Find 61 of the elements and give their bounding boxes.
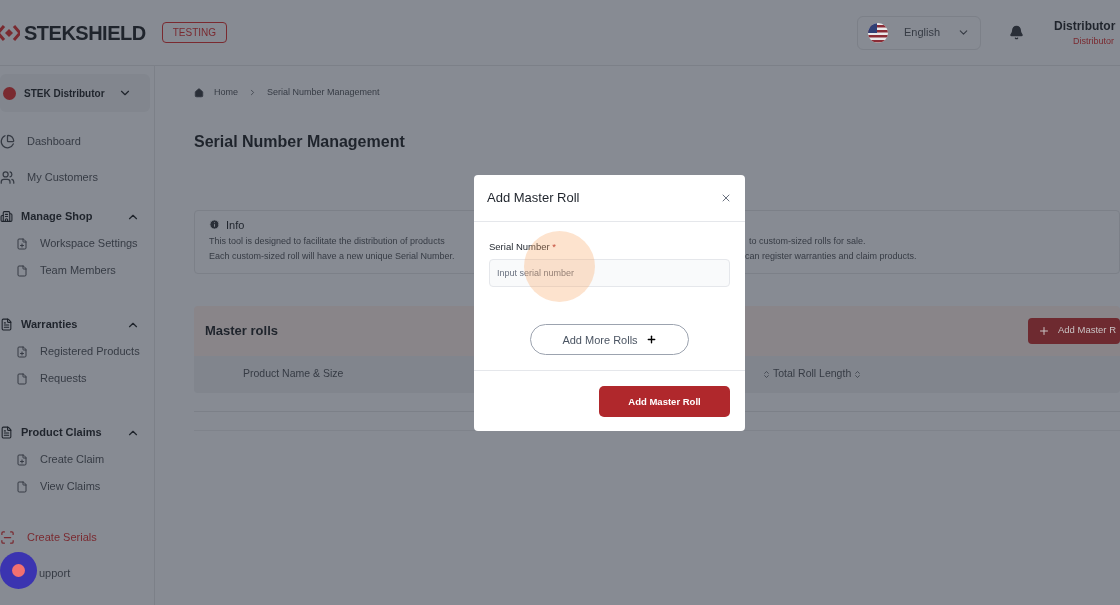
logo-icon	[0, 24, 20, 41]
info-icon	[209, 219, 220, 231]
breadcrumb-link[interactable]: Home	[214, 86, 238, 100]
sidebar-item[interactable]: My Customers	[0, 164, 154, 191]
logo-text: STEKSHIELD	[24, 20, 146, 46]
sidebar-group-header[interactable]: Product Claims	[0, 419, 154, 446]
close-icon[interactable]	[720, 192, 732, 204]
language-dropdown[interactable]: English	[857, 15, 981, 50]
sidebar-item[interactable]: Requests	[6, 365, 154, 392]
add-master-roll-submit-button[interactable]: Add Master Roll	[599, 386, 730, 418]
user-role: Distributor	[1073, 34, 1114, 48]
plus-icon	[645, 334, 657, 346]
sidebar-item[interactable]: Dashboard	[0, 128, 154, 155]
file-icon	[16, 372, 28, 385]
avatar-icon	[3, 86, 16, 100]
serial-number-input[interactable]: Input serial number	[489, 259, 730, 288]
info-text: can register warranties and claim products.	[745, 250, 917, 263]
sidebar-item[interactable]: Create Claim	[6, 446, 154, 473]
column-header[interactable]: Total Roll Length	[762, 366, 863, 382]
scan-icon	[0, 530, 15, 545]
info-title: Info	[226, 217, 245, 233]
account-name: STEK Distributor	[24, 86, 105, 101]
breadcrumb-current: Serial Number Management	[267, 86, 380, 99]
sidebar-item[interactable]: Create Serials	[0, 524, 154, 551]
dialog-title: Add Master Roll	[487, 189, 580, 208]
sidebar-item[interactable]: upport	[39, 560, 154, 587]
file-plus-icon	[16, 237, 28, 250]
info-text: Each custom-sized roll will have a new unique Serial Number.	[209, 250, 456, 263]
sort-icon	[762, 369, 771, 379]
flag-icon	[868, 22, 888, 43]
page-title: Serial Number Management	[194, 131, 406, 152]
field-label: Serial Number *	[489, 240, 558, 254]
document-icon	[0, 426, 13, 439]
sidebar-group-header[interactable]: Warranties	[0, 311, 154, 338]
record-button[interactable]	[0, 552, 37, 589]
home-icon	[194, 87, 204, 98]
sidebar-item[interactable]: Workspace Settings	[6, 230, 154, 257]
document-icon	[0, 318, 13, 331]
users-icon	[0, 170, 15, 185]
add-master-roll-button[interactable]: Add Master R	[1027, 317, 1120, 344]
file-icon	[16, 480, 28, 493]
building-icon	[0, 210, 13, 223]
notification-bell-icon[interactable]	[1009, 25, 1024, 40]
required-mark: *	[552, 241, 557, 252]
environment-badge: TESTING	[161, 22, 228, 43]
plus-icon	[1037, 324, 1050, 337]
user-name: Distributor	[1054, 17, 1116, 35]
sidebar-item[interactable]: View Claims	[6, 473, 154, 500]
file-plus-icon	[16, 345, 28, 358]
sidebar-group-header[interactable]: Manage Shop	[0, 203, 154, 230]
pie-chart-icon	[0, 134, 15, 149]
sidebar-item[interactable]: Registered Products	[6, 338, 154, 365]
sort-icon	[853, 369, 863, 379]
sidebar-item[interactable]: Team Members	[6, 257, 154, 284]
info-text: to custom-sized rolls for sale.	[749, 235, 866, 248]
info-text: This tool is designed to facilitate the distribution of products	[209, 235, 446, 248]
file-icon	[16, 264, 28, 277]
chevron-right-icon	[248, 88, 257, 98]
section-title: Master rolls	[205, 321, 278, 340]
file-plus-icon	[16, 453, 28, 466]
account-selector[interactable]: STEK Distributor	[0, 74, 150, 112]
